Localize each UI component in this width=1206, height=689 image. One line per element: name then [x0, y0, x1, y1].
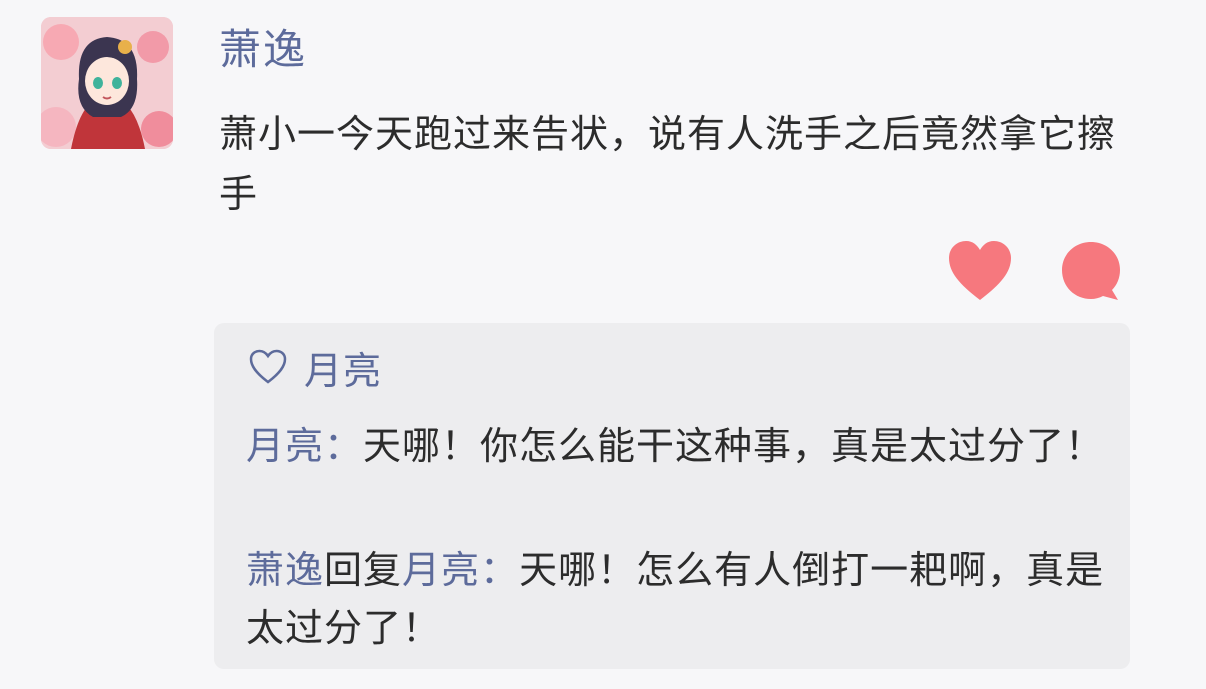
comment-text: 天哪！你怎么能干这种事，真是太过分了！	[363, 424, 1105, 468]
comment-bubble-icon	[1062, 242, 1120, 300]
reply-target-user[interactable]: 月亮	[402, 548, 480, 592]
avatar-illustration	[41, 17, 173, 149]
comment-user[interactable]: 萧逸	[246, 548, 324, 592]
like-button[interactable]	[947, 240, 1013, 302]
comment-separator: ：	[480, 548, 520, 592]
reply-section: 月亮 月亮：天哪！你怎么能干这种事，真是太过分了！ 萧逸回复月亮：天哪！怎么有人…	[214, 323, 1130, 669]
likes-row[interactable]: 月亮	[248, 341, 382, 393]
author-avatar[interactable]	[41, 17, 173, 149]
heart-icon	[949, 241, 1011, 300]
author-name[interactable]: 萧逸	[219, 22, 307, 78]
comment-user[interactable]: 月亮	[246, 424, 324, 468]
comment-separator: ：	[324, 424, 364, 468]
comment-item[interactable]: 萧逸回复月亮：天哪！怎么有人倒打一耙啊，真是太过分了！	[246, 541, 1106, 657]
comment-item[interactable]: 月亮：天哪！你怎么能干这种事，真是太过分了！	[246, 417, 1106, 475]
liker-name[interactable]: 月亮	[304, 340, 382, 395]
post-text: 萧小一今天跑过来告状，说有人洗手之后竟然拿它擦手	[219, 112, 1117, 216]
heart-outline-icon	[248, 347, 288, 387]
comment-button[interactable]	[1058, 240, 1124, 302]
reply-word: 回复	[324, 548, 403, 592]
